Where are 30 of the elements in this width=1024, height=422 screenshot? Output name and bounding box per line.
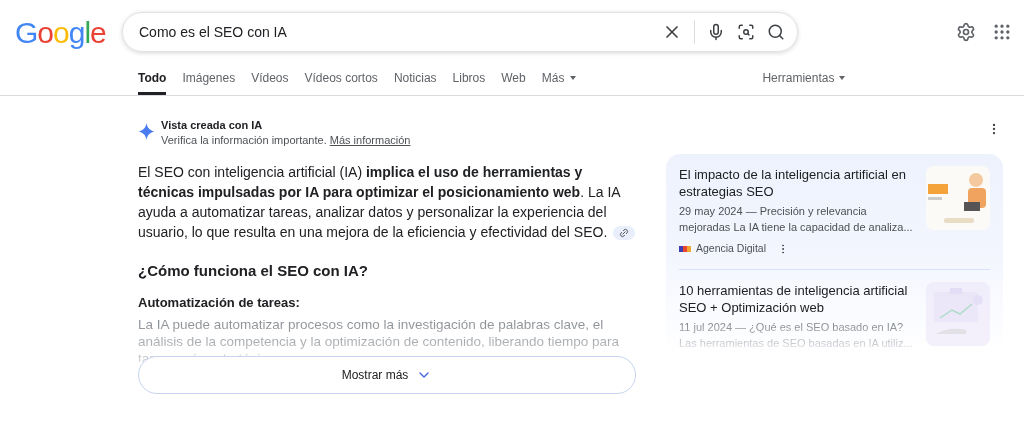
source-snippet: 29 may 2024 — Precisión y relevancia mejoradas La IA tiene la capacidad de analiza... <box>679 204 914 235</box>
section-subheading: Automatización de tareas: <box>138 293 301 312</box>
source-title[interactable]: El impacto de la inteligencia artificial en estrategias SEO <box>679 166 916 200</box>
more-info-link[interactable]: Más información <box>329 134 411 146</box>
microphone-icon[interactable] <box>707 23 725 41</box>
search-tab[interactable]: Imágenes <box>182 64 236 95</box>
search-input[interactable]: Como es el SEO con IA <box>139 21 662 43</box>
search-tab[interactable]: Vídeos <box>251 64 289 95</box>
ai-overview-title: Vista creada con IA <box>161 118 264 133</box>
search-icon[interactable] <box>767 23 785 41</box>
section-heading: ¿Cómo funciona el SEO con IA? <box>138 261 369 281</box>
apps-icon[interactable] <box>992 22 1012 42</box>
summary-paragraph: El SEO con inteligencia artificial (IA) implica el uso de herramientas y técnicas impulsadas por IA para optimizar el posicionamiento web. La IA ayuda a automatizar tareas, analizar datos y personalizar la experiencia del usuario, lo que resulta en una mejora de la eficiencia y efectividad del SEO. <box>138 164 620 240</box>
source-title[interactable]: 10 herramientas de inteligencia artificial SEO + Optimización web <box>679 281 916 316</box>
camera-icon[interactable] <box>737 23 755 41</box>
search-tab[interactable]: Más <box>541 64 577 95</box>
ai-overview-note: Verifica la información importante. <box>161 134 327 146</box>
link-icon[interactable] <box>613 226 636 241</box>
caret-icon <box>839 76 846 80</box>
search-tab[interactable]: Noticias <box>393 64 437 95</box>
source-site[interactable]: Agencia Digital <box>696 241 767 257</box>
sparkle-icon <box>138 123 155 140</box>
google-logo[interactable]: Google <box>15 9 107 55</box>
search-tab[interactable]: Web <box>501 64 526 95</box>
settings-icon[interactable] <box>956 22 976 42</box>
search-tab[interactable]: Vídeos cortos <box>304 64 378 95</box>
site-favicon-icon <box>679 244 691 253</box>
tools-button[interactable]: Herramientas <box>762 64 846 95</box>
search-tab[interactable]: Libros <box>452 64 486 95</box>
search-tab[interactable]: Todo <box>138 64 167 95</box>
